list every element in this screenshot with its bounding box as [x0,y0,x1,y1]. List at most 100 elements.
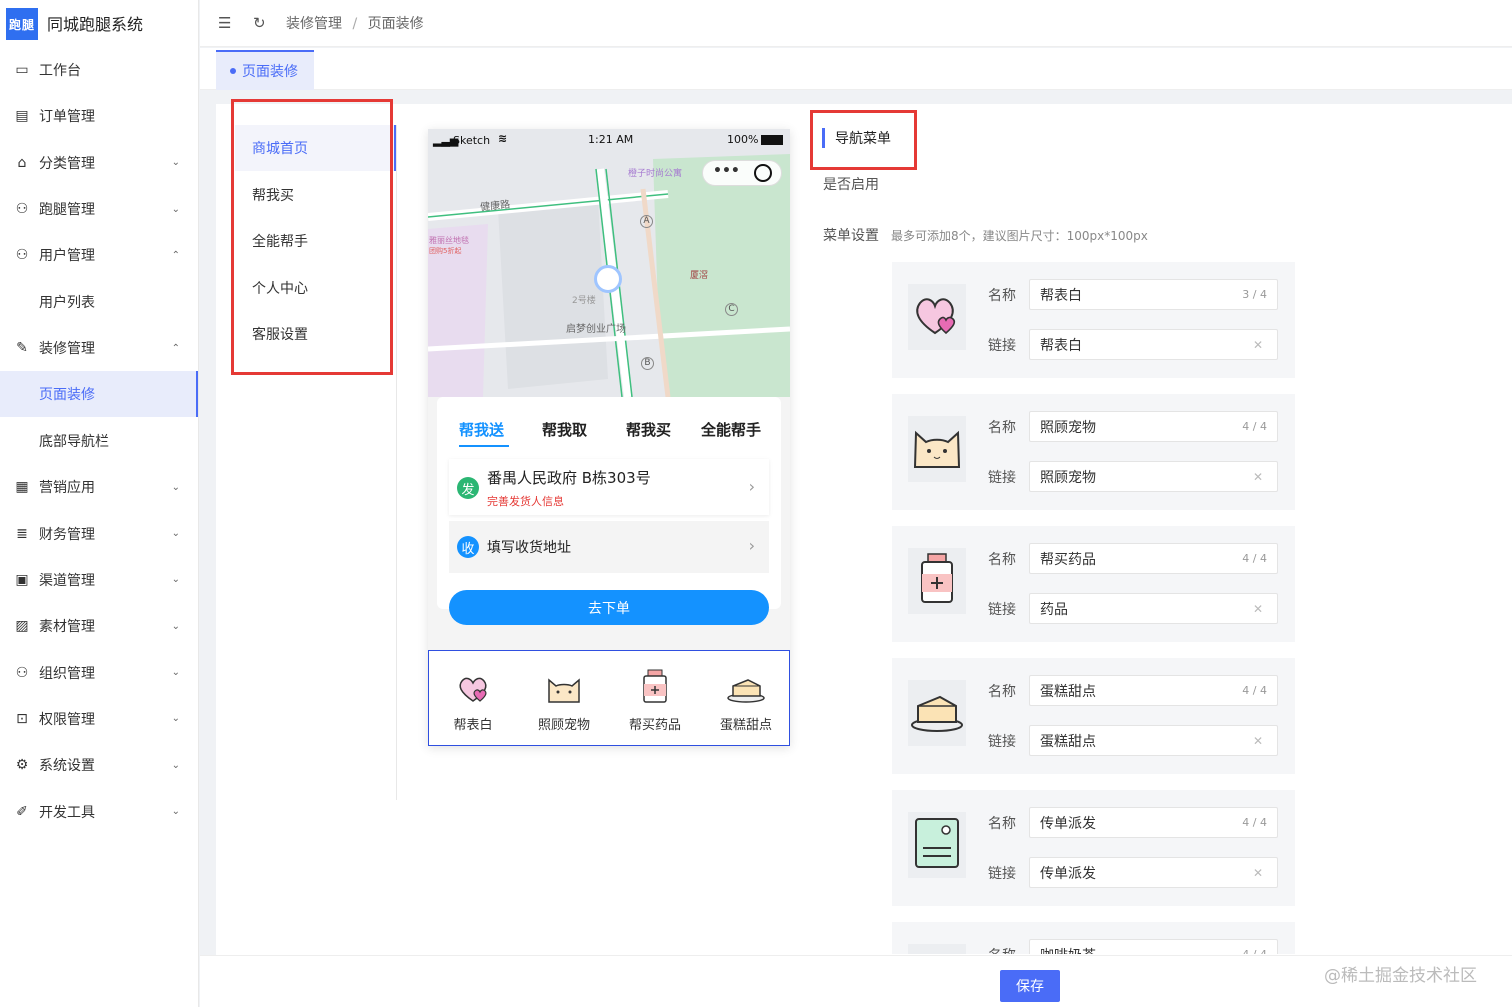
chevron-down-icon: ⌄ [171,620,180,632]
watermark: @稀土掘金技术社区 [1324,966,1477,986]
database-icon: ≣ [16,525,28,542]
sidebar-item[interactable]: ⚇ 组织管理 ⌄ [0,650,198,696]
sidebar-item[interactable]: 用户列表 [0,279,198,325]
link-input[interactable]: 帮表白 ✕ [1029,329,1278,360]
char-count: 4 / 4 [1242,420,1267,433]
tab-send[interactable]: 帮我送 [459,419,504,440]
map-marker-c: C [725,303,738,316]
sidebar-item[interactable]: ✎ 装修管理 ⌃ [0,325,198,371]
tab-page-decoration[interactable]: 页面装修 [216,50,314,90]
breadcrumb-parent[interactable]: 装修管理 [286,16,342,32]
footer-bar [200,955,1512,1007]
menu-toggle-icon[interactable]: ☰ [218,14,231,32]
order-card: 帮我送 帮我取 帮我买 全能帮手 发 番禺人民政府 B栋303号 完善发货人信息… [437,397,781,609]
sidebar-item[interactable]: ▤ 订单管理 [0,93,198,139]
sidebar-item[interactable]: ▭ 工作台 [0,47,198,93]
nav-item-cake[interactable]: 蛋糕甜点 [710,651,782,745]
clear-icon[interactable]: ✕ [1253,602,1263,616]
cat-icon [910,423,964,475]
clear-icon[interactable]: ✕ [1253,338,1263,352]
chevron-up-icon: ⌃ [171,342,180,354]
name-input[interactable]: 蛋糕甜点 4 / 4 [1029,675,1278,706]
link-input[interactable]: 传单派发 ✕ [1029,857,1278,888]
link-label: 链接 [988,470,1016,486]
sidebar-item-label: 营销应用 [39,480,95,497]
menu-item-image[interactable] [908,416,966,482]
name-input[interactable]: 照顾宠物 4 / 4 [1029,411,1278,442]
sidebar-item[interactable]: ▨ 素材管理 ⌄ [0,603,198,649]
sidebar-item[interactable]: ⚙ 系统设置 ⌄ [0,742,198,788]
receiver-row[interactable]: 收 填写收货地址 › [449,521,769,573]
nav-item-confess[interactable]: 帮表白 [437,651,509,745]
refresh-icon[interactable]: ↻ [253,14,266,32]
cat-icon [548,678,580,703]
name-input[interactable]: 帮表白 3 / 4 [1029,279,1278,310]
menu-item-image[interactable] [908,944,966,954]
sidebar-item[interactable]: ⚇ 跑腿管理 ⌄ [0,186,198,232]
name-input[interactable]: 帮买药品 4 / 4 [1029,543,1278,574]
chevron-down-icon: ⌄ [171,713,180,725]
sidebar-item[interactable]: ⌂ 分类管理 ⌄ [0,140,198,186]
medicine-icon [643,669,667,703]
name-label: 名称 [988,288,1016,304]
save-button[interactable]: 保存 [1000,970,1060,1002]
name-input[interactable]: 传单派发 4 / 4 [1029,807,1278,838]
receiver-placeholder: 填写收货地址 [487,540,571,556]
menu-item-image[interactable] [908,812,966,878]
location-avatar-icon [594,265,622,293]
more-icon[interactable]: ••• [713,163,740,179]
tab-pickup[interactable]: 帮我取 [542,419,587,440]
tab-helper[interactable]: 全能帮手 [701,419,761,440]
char-count: 4 / 4 [1242,552,1267,565]
tab-buy[interactable]: 帮我买 [626,419,671,440]
sidebar-item[interactable]: ▦ 营销应用 ⌄ [0,464,198,510]
nav-item-pet[interactable]: 照顾宠物 [528,651,600,745]
menu-item-card: 名称 帮买药品 4 / 4 链接 药品 ✕ [892,526,1295,642]
cake-icon [727,679,765,703]
chevron-down-icon: ⌄ [171,528,180,539]
sidebar-item[interactable]: ⚇ 用户管理 ⌃ [0,232,198,278]
link-label: 链接 [988,602,1016,618]
sidebar-item[interactable]: 页面装修 [0,371,198,418]
nav-label: 帮买药品 [628,718,681,733]
link-label: 链接 [988,866,1016,882]
menu-item-image[interactable] [908,284,966,350]
carrier: Sketch [453,134,491,147]
sidebar-item[interactable]: ▣ 渠道管理 ⌄ [0,557,198,603]
link-label: 链接 [988,338,1016,354]
clear-icon[interactable]: ✕ [1253,470,1263,484]
sidebar-item-label: 用户管理 [39,248,95,265]
medicine-icon [919,552,955,610]
capsule-menu[interactable]: ••• [702,160,782,186]
users-icon: ⚇ [15,247,29,264]
menu-item-image[interactable] [908,680,966,746]
breadcrumb-separator: / [352,16,358,32]
chevron-down-icon: ⌄ [171,157,180,169]
breadcrumb-current: 页面装修 [367,16,424,32]
clear-icon[interactable]: ✕ [1253,734,1263,748]
chevron-right-icon: › [748,536,755,555]
link-input[interactable]: 药品 ✕ [1029,593,1278,624]
place-order-button[interactable]: 去下单 [449,590,769,625]
sidebar-item-label: 权限管理 [39,711,95,728]
clear-icon[interactable]: ✕ [1253,866,1263,880]
char-count: 4 / 4 [1242,684,1267,697]
menu-item-card: 名称 传单派发 4 / 4 链接 传单派发 ✕ [892,790,1295,906]
map-view[interactable]: ▂▃▅ Sketch ≋ 1:21 AM 100% ••• 健康路 橙子时尚公寓… [428,129,790,397]
battery-text: 100% [727,133,759,146]
sender-row[interactable]: 发 番禺人民政府 B栋303号 完善发货人信息 › [449,459,769,515]
menu-item-image[interactable] [908,548,966,614]
link-input[interactable]: 照顾宠物 ✕ [1029,461,1278,492]
sidebar-item-label: 页面装修 [39,387,95,404]
page-list-highlight [231,99,393,375]
name-value: 咖啡奶茶 [1040,945,1096,955]
sidebar-item[interactable]: ⊡ 权限管理 ⌄ [0,696,198,742]
name-input[interactable]: 咖啡奶茶 4 / 4 [1029,939,1278,954]
chevron-down-icon: ⌄ [171,481,180,493]
sidebar-item[interactable]: ≣ 财务管理 ⌄ [0,511,198,557]
sidebar-item[interactable]: ✐ 开发工具 ⌄ [0,789,198,835]
close-circle-icon[interactable] [754,164,772,182]
nav-item-medicine[interactable]: 帮买药品 [619,651,691,745]
link-input[interactable]: 蛋糕甜点 ✕ [1029,725,1278,756]
sidebar-item[interactable]: 底部导航栏 [0,418,198,464]
